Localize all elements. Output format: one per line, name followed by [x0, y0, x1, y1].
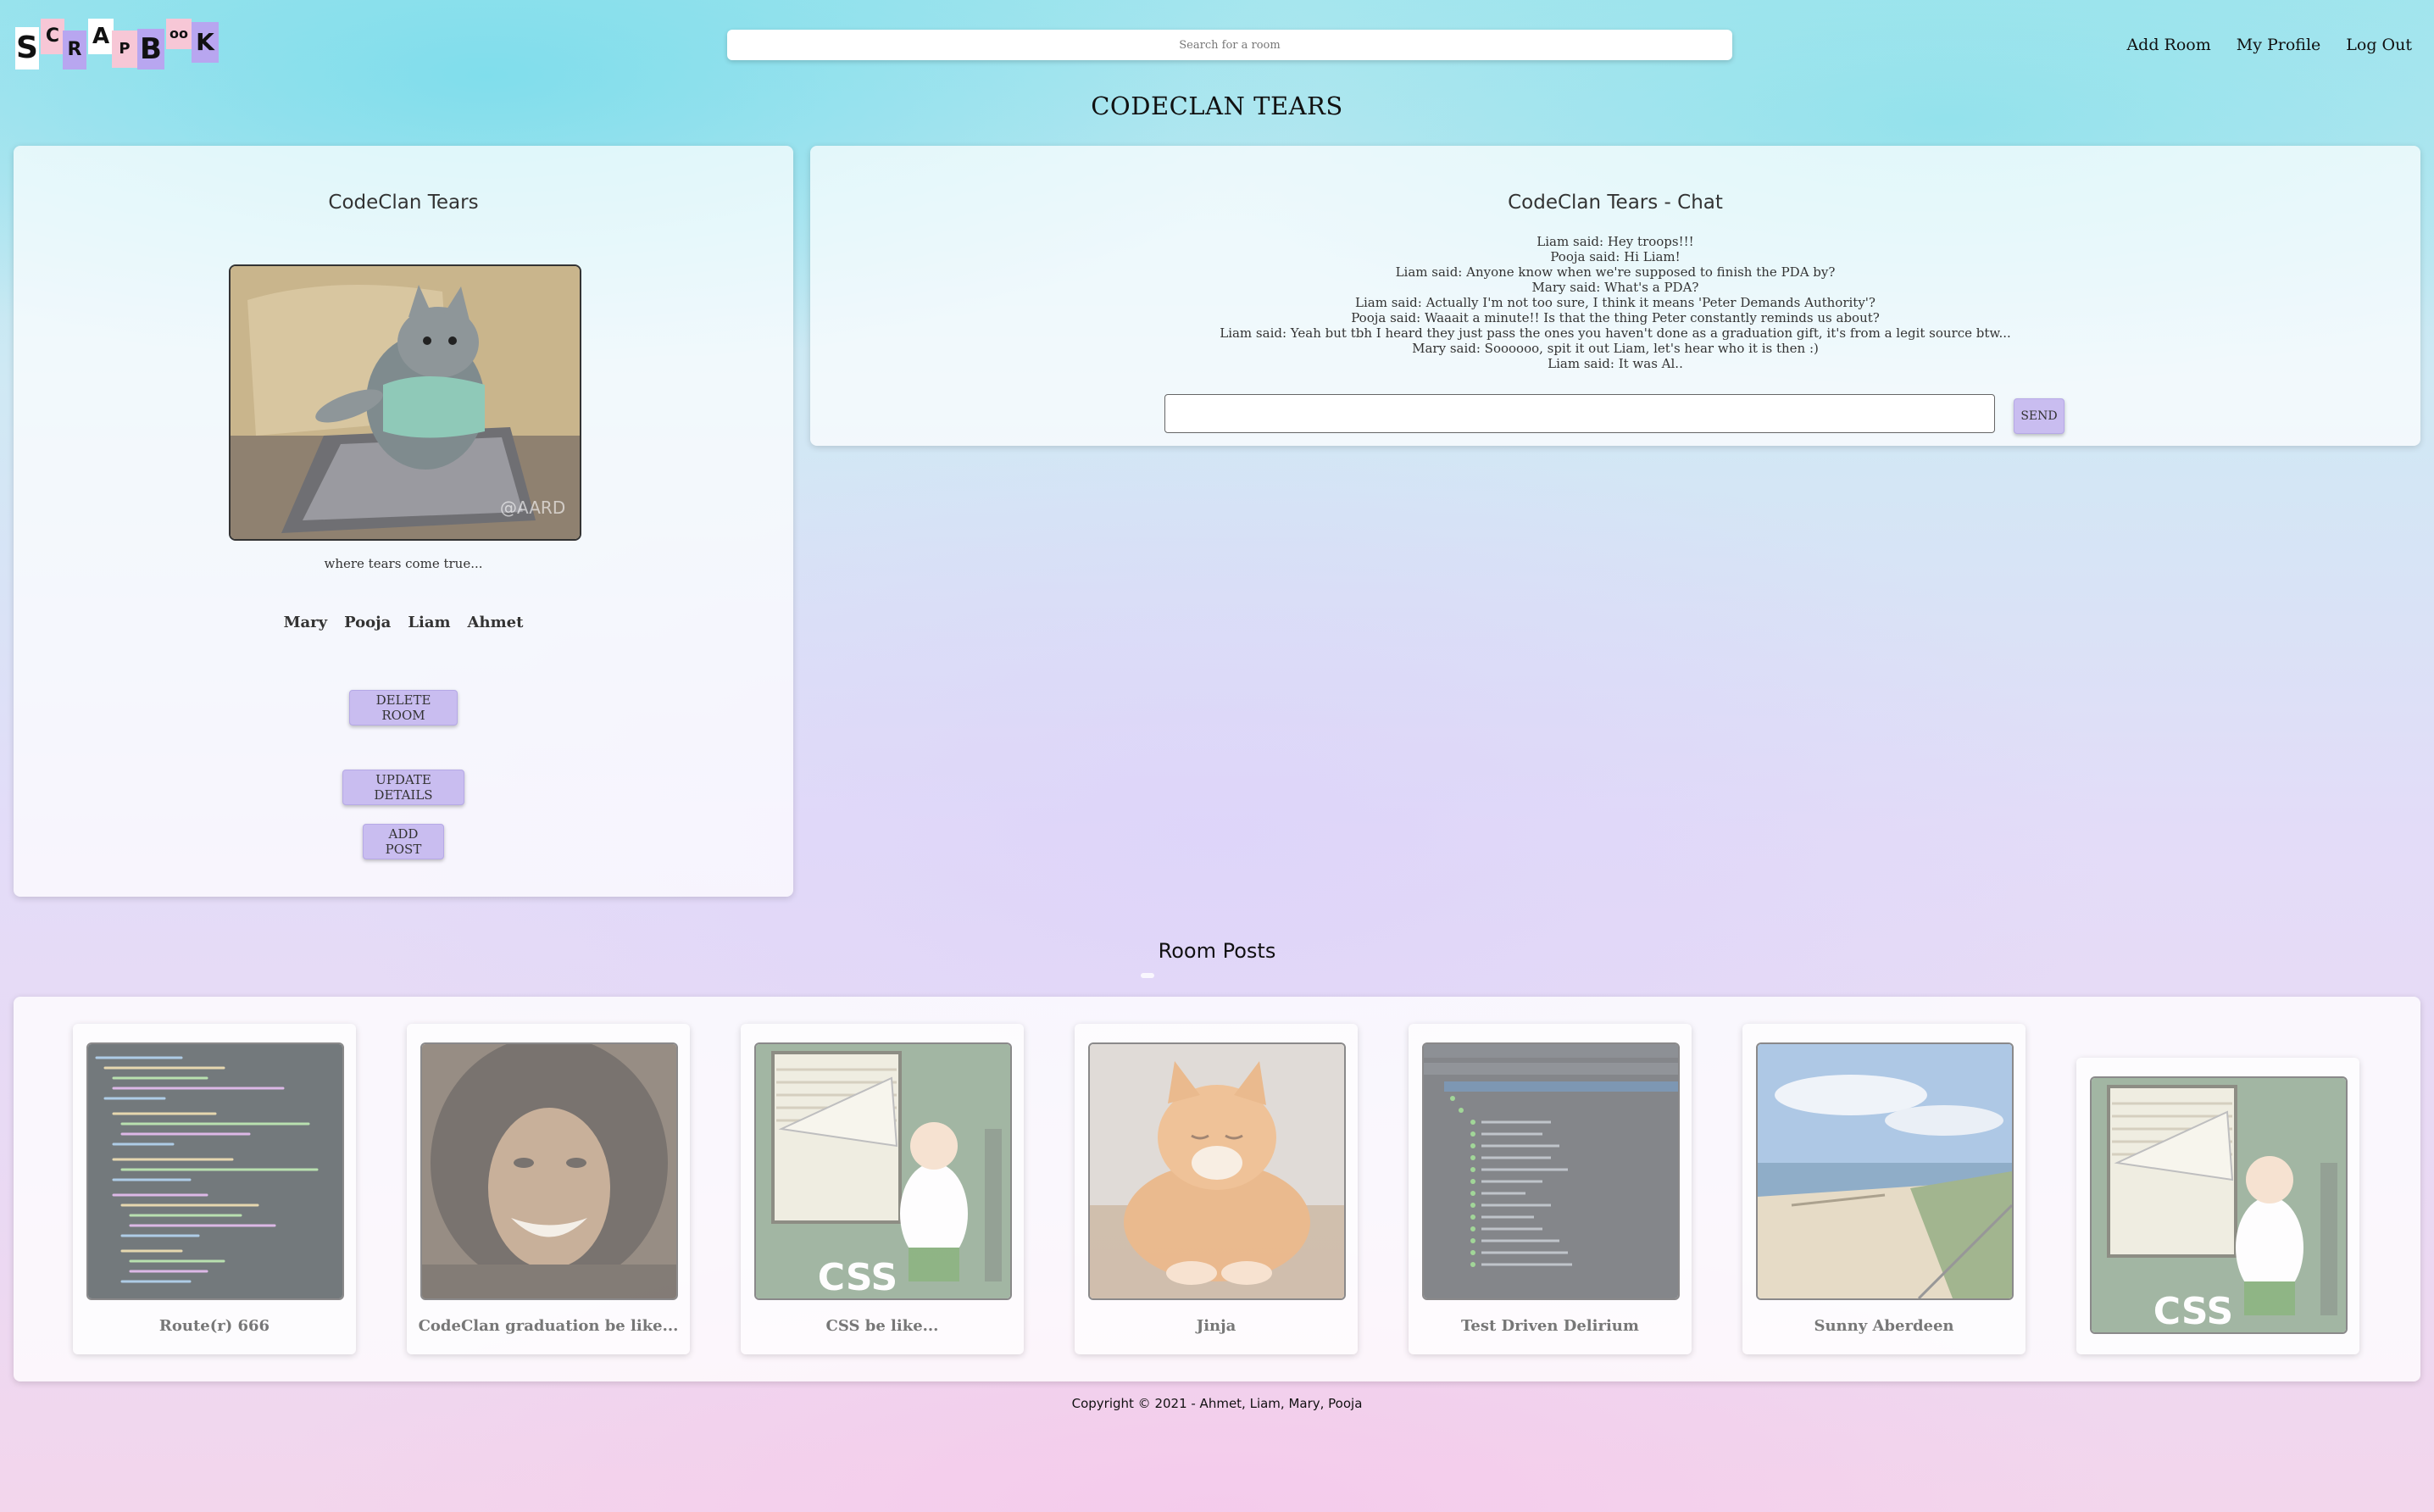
- post-card[interactable]: Test Driven Delirium: [1409, 1024, 1692, 1354]
- add-room-link[interactable]: Add Room: [2126, 36, 2210, 54]
- post-caption: Test Driven Delirium: [1461, 1317, 1639, 1335]
- my-profile-link[interactable]: My Profile: [2237, 36, 2321, 54]
- logo-letter: A: [88, 19, 114, 54]
- delete-room-button[interactable]: DELETE ROOM: [349, 690, 458, 725]
- chat-message: Liam said: Actually I'm not too sure, I …: [1355, 295, 1876, 310]
- logo-letter: K: [192, 22, 219, 63]
- post-caption: CSS be like...: [825, 1317, 939, 1335]
- chat-card: CodeClan Tears - Chat Liam said: Hey tro…: [810, 146, 2420, 446]
- chat-message: Pooja said: Hi Liam!: [1550, 249, 1681, 264]
- carousel-indicator[interactable]: [1141, 973, 1154, 978]
- top-nav: Add Room My Profile Log Out: [2126, 36, 2412, 54]
- chat-title: CodeClan Tears - Chat: [1508, 192, 1723, 214]
- logo-letter: P: [112, 31, 137, 68]
- room-details-card: CodeClan Tears @AARD where tears come tr…: [14, 146, 793, 897]
- chat-message-list: Liam said: Hey troops!!! Pooja said: Hi …: [810, 234, 2420, 371]
- ginger-cat-image: [1090, 1044, 1344, 1298]
- chat-message: Liam said: Yeah but tbh I heard they jus…: [1220, 325, 2011, 341]
- search-bar[interactable]: [727, 29, 1732, 61]
- log-out-link[interactable]: Log Out: [2346, 36, 2412, 54]
- chat-message: Liam said: Hey troops!!!: [1537, 234, 1694, 249]
- svg-text:CSS: CSS: [2153, 1290, 2234, 1332]
- update-details-button[interactable]: UPDATE DETAILS: [342, 770, 464, 805]
- beach-image: [1758, 1044, 2012, 1298]
- logo-letter: B: [137, 29, 164, 69]
- cat-typing-laptop-image: @AARD: [231, 266, 580, 539]
- post-caption: Sunny Aberdeen: [1814, 1317, 1954, 1335]
- logo-letter: oo: [166, 19, 192, 49]
- post-card[interactable]: Jinja: [1075, 1024, 1358, 1354]
- post-image: [1422, 1042, 1680, 1300]
- post-image: CSS: [2090, 1076, 2348, 1334]
- post-card[interactable]: Sunny Aberdeen: [1742, 1024, 2026, 1354]
- post-card[interactable]: CSS: [2076, 1058, 2359, 1354]
- post-caption: Jinja: [1196, 1317, 1236, 1335]
- post-card[interactable]: CSS CSS be like...: [741, 1024, 1024, 1354]
- post-image: CSS: [754, 1042, 1012, 1300]
- room-name: CodeClan Tears: [328, 192, 479, 214]
- logo-letter: C: [41, 19, 64, 54]
- post-image: [1756, 1042, 2014, 1300]
- svg-text:@AARD: @AARD: [500, 498, 565, 518]
- chat-message: Liam said: It was Al..: [1548, 356, 1683, 371]
- search-input[interactable]: [727, 29, 1732, 61]
- post-caption: Route(r) 666: [158, 1317, 270, 1335]
- chat-message: Mary said: What's a PDA?: [1531, 280, 1699, 295]
- logo-letter: R: [63, 31, 86, 69]
- room-posts-heading: Room Posts: [1158, 939, 1276, 963]
- post-card[interactable]: Route(r) 666: [73, 1024, 356, 1354]
- chat-message: Mary said: Soooooo, spit it out Liam, le…: [1412, 341, 1819, 356]
- post-image: [420, 1042, 678, 1300]
- posts-panel: Route(r) 666 CodeClan graduation be like…: [14, 997, 2420, 1381]
- chat-message: Liam said: Anyone know when we're suppos…: [1395, 264, 1836, 280]
- member-name[interactable]: Pooja: [344, 614, 391, 631]
- send-button[interactable]: SEND: [2014, 398, 2064, 434]
- post-image: [86, 1042, 344, 1300]
- post-card[interactable]: CodeClan graduation be like...: [407, 1024, 690, 1354]
- code-screenshot-image: [88, 1044, 342, 1298]
- chat-message-input[interactable]: [1164, 394, 1995, 433]
- member-name[interactable]: Mary: [284, 614, 328, 631]
- chat-message: Pooja said: Waaait a minute!! Is that th…: [1351, 310, 1880, 325]
- post-image: [1088, 1042, 1346, 1300]
- member-name[interactable]: Liam: [408, 614, 450, 631]
- css-cartoon-blinds-image: CSS: [2092, 1078, 2346, 1332]
- test-results-screenshot-image: [1424, 1044, 1678, 1298]
- footer-copyright: Copyright © 2021 - Ahmet, Liam, Mary, Po…: [1071, 1396, 1363, 1411]
- logo-letter: S: [15, 27, 39, 69]
- add-post-button[interactable]: ADD POST: [363, 824, 444, 859]
- member-name[interactable]: Ahmet: [468, 614, 524, 631]
- member-list: Mary Pooja Liam Ahmet: [14, 614, 793, 631]
- room-image: @AARD: [229, 264, 581, 541]
- post-caption: CodeClan graduation be like...: [418, 1317, 679, 1335]
- page-title: CODECLAN TEARS: [1091, 92, 1343, 120]
- css-cartoon-blinds-image: CSS: [756, 1044, 1010, 1298]
- scrapbook-logo[interactable]: S C R A P B oo K: [15, 15, 227, 71]
- svg-text:CSS: CSS: [818, 1256, 898, 1298]
- laughing-man-image: [422, 1044, 676, 1298]
- room-description: where tears come true...: [324, 556, 483, 571]
